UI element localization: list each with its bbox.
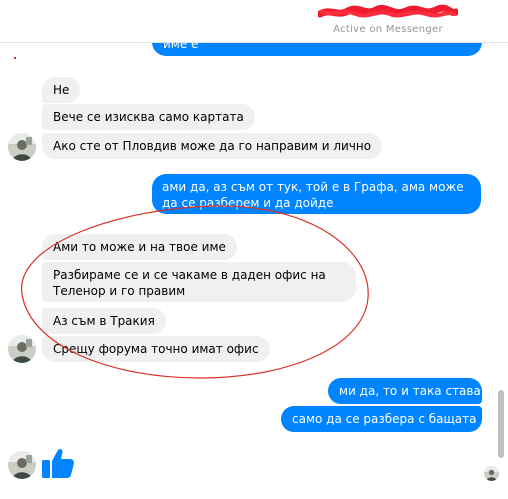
active-status: Active on Messenger [333,24,443,35]
message-text: Аз съм в Тракия [53,314,155,328]
message-text: ами да, аз съм от тук, той е в Графа, ам… [162,180,464,210]
outgoing-message: ми да, то и така става [328,378,482,404]
thumbs-up-icon[interactable] [40,446,76,482]
incoming-message: Ами то може и на твое име [42,234,237,260]
incoming-message: Разбираме се и се чакаме в даден офис на… [42,262,356,302]
incoming-message: Срещу форума точно имат офис [42,336,270,362]
contact-avatar[interactable] [8,335,36,363]
incoming-message: Ако сте от Пловдив може да го направим и… [42,133,383,159]
annotation-dot [14,57,16,59]
contact-avatar[interactable] [8,451,36,479]
avatar-photo-icon [8,133,36,161]
message-text: Ако сте от Пловдив може да го направим и… [53,139,372,153]
read-receipt-avatar [484,466,499,481]
contact-avatar[interactable] [8,133,36,161]
message-text: Вече се изисква само картата [53,110,244,124]
scrollbar-thumb[interactable] [498,390,504,458]
avatar-photo-icon [8,335,36,363]
avatar-photo-icon [8,451,36,479]
message-text: Срещу форума точно имат офис [53,342,259,356]
redacted-contact-name [318,4,458,18]
message-text: само да се разбера с бащата [292,412,477,426]
read-receipt-photo-icon [484,466,499,481]
message-text: Ами то може и на твое име [53,240,226,254]
outgoing-message: само да се разбера с бащата [281,406,482,432]
incoming-message: Не [42,77,81,103]
incoming-message: Вече се изисква само картата [42,104,255,130]
outgoing-message: ами да, аз съм от тук, той е в Графа, ам… [152,174,481,214]
incoming-message: Аз съм в Тракия [42,308,166,334]
message-text: ми да, то и така става [339,384,481,398]
chat-header: Active on Messenger [0,0,508,43]
message-text: Разбираме се и се чакаме в даден офис на… [53,268,326,298]
message-text: Не [53,83,70,97]
